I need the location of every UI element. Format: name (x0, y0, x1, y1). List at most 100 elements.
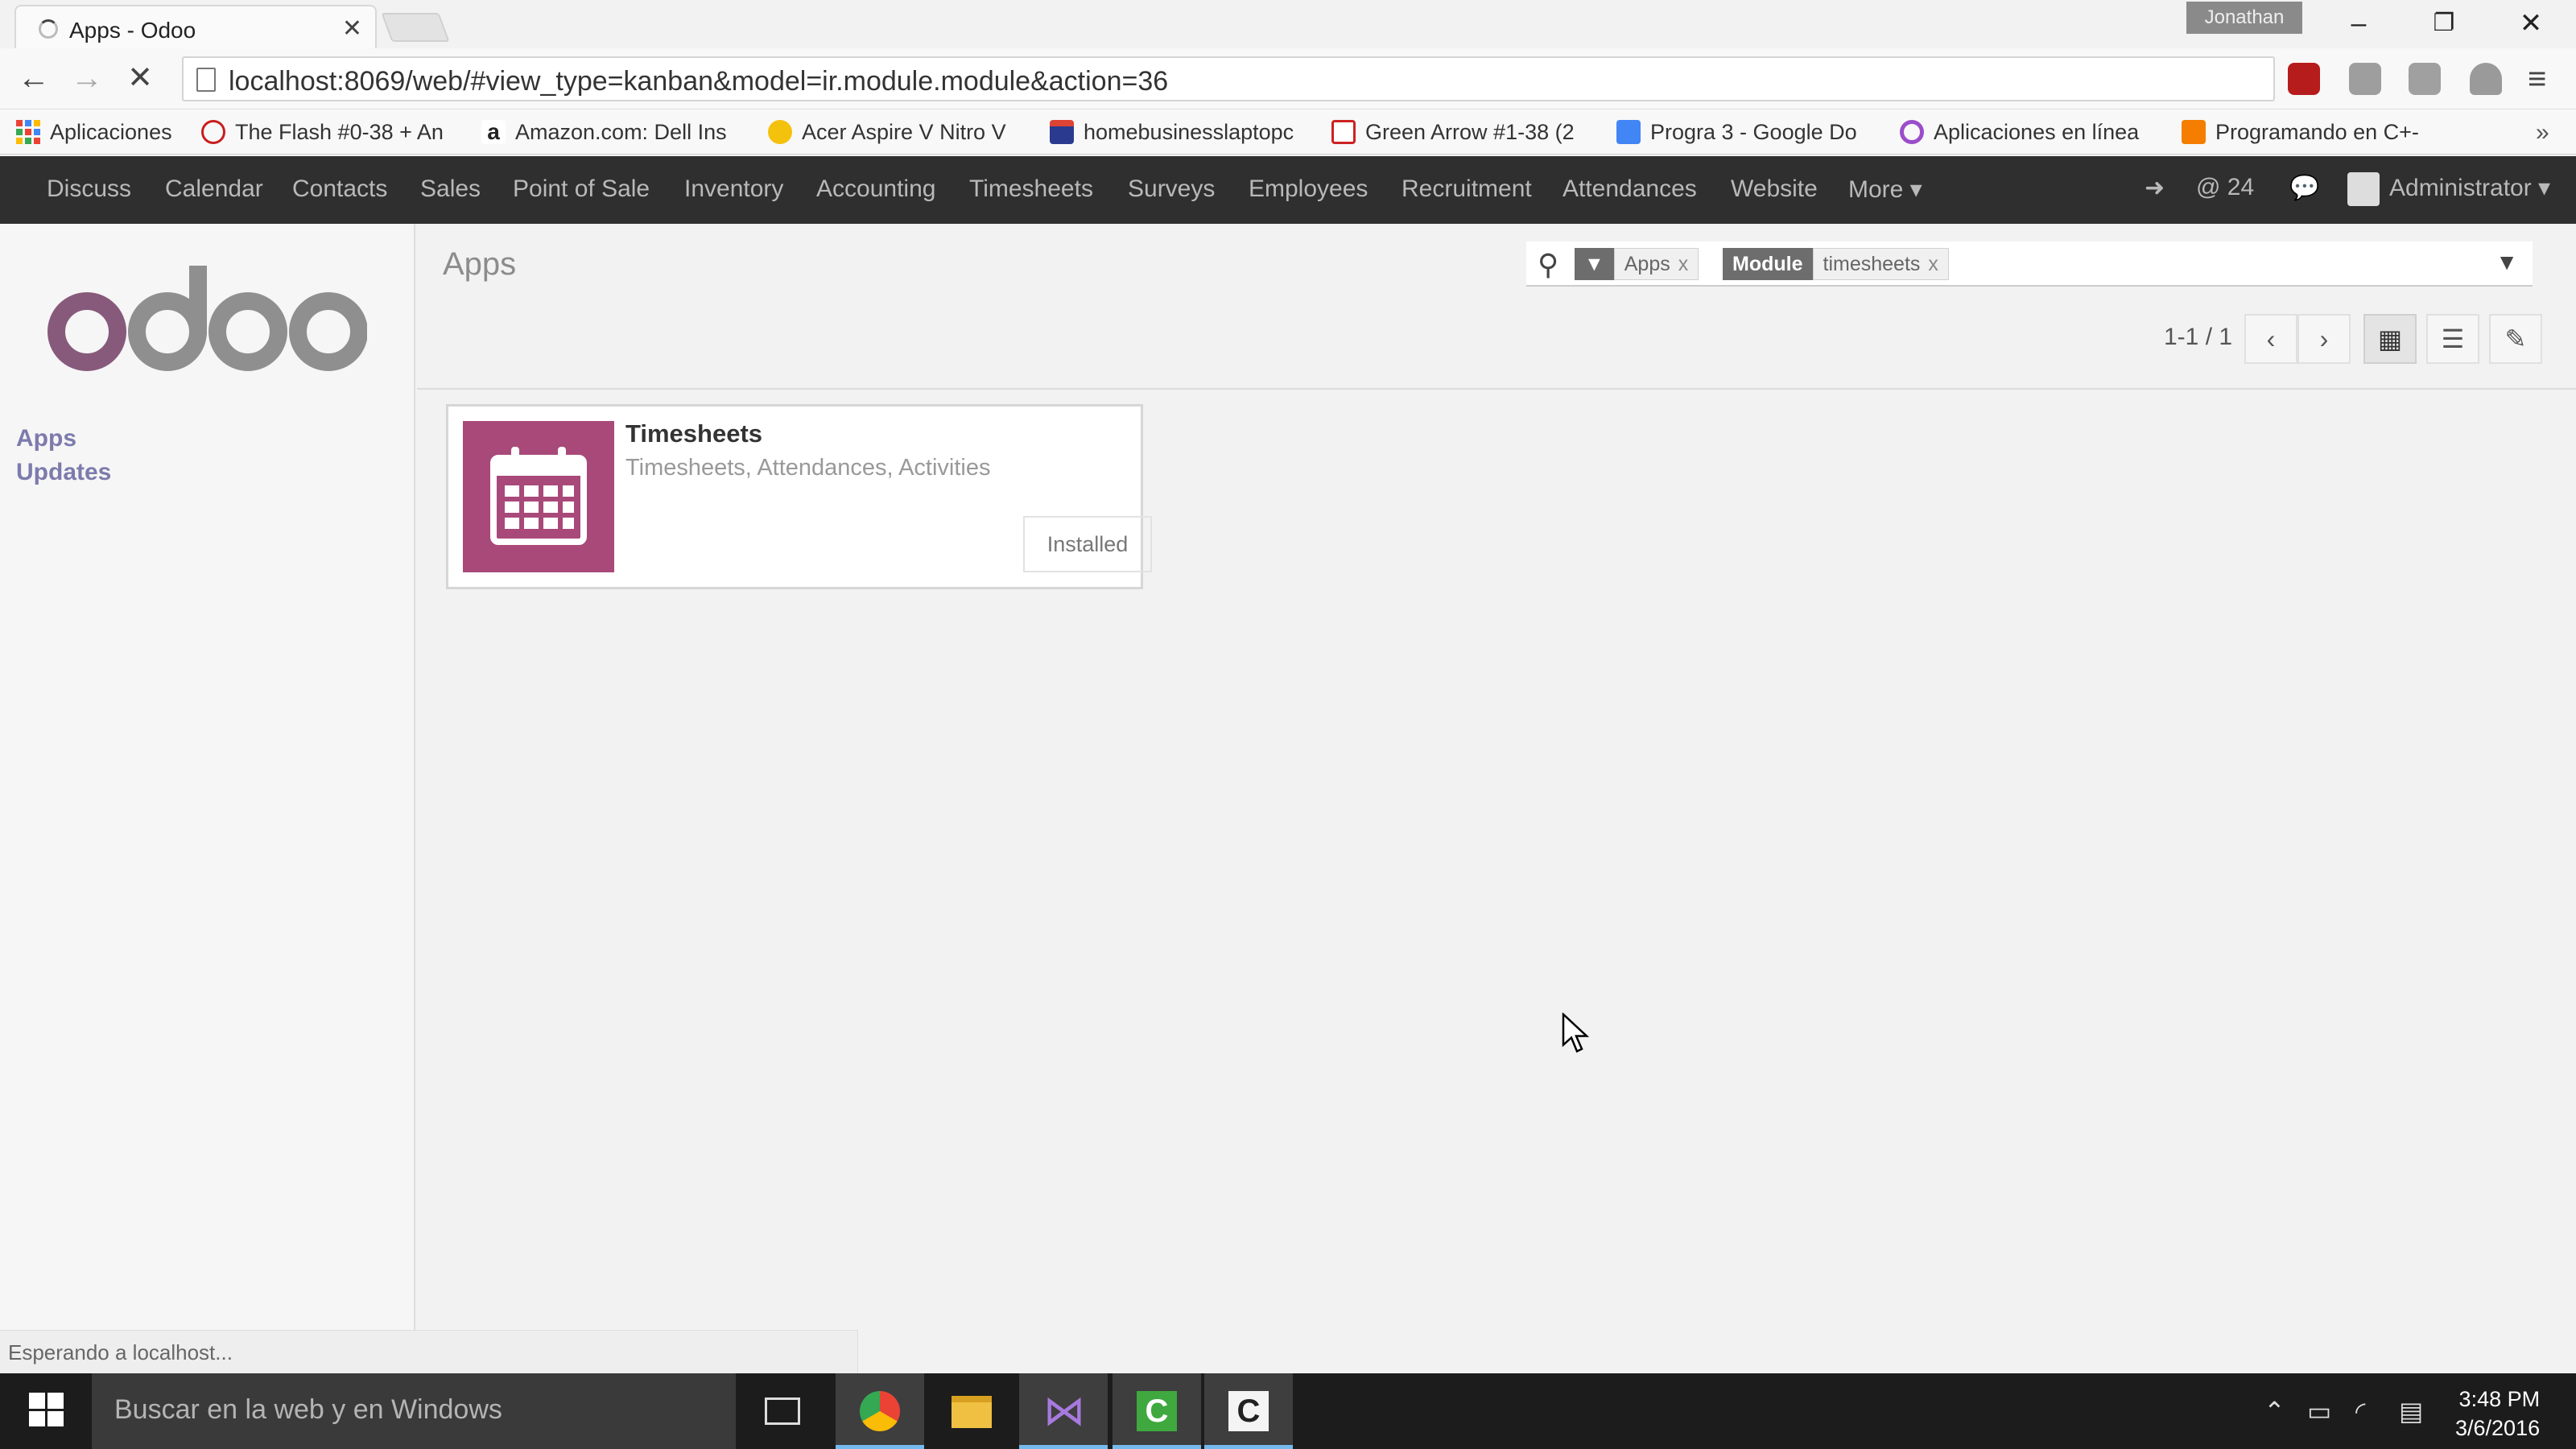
browser-tab[interactable]: Apps - Odoo ✕ (14, 5, 377, 48)
windows-taskbar: Buscar en la web y en Windows ⋈ C C ⌃ ▭ … (0, 1373, 2576, 1449)
sidebar-item-apps[interactable]: Apps (16, 425, 76, 452)
url-text[interactable]: localhost:8069/web/#view_type=kanban&mod… (229, 66, 1168, 97)
facet-remove-icon[interactable]: x (1678, 253, 1689, 275)
window-close-button[interactable]: ✕ (2507, 3, 2555, 43)
blogger-icon (2182, 120, 2206, 144)
bookmarks-overflow-icon[interactable]: » (2536, 119, 2549, 147)
menu-item-discuss[interactable]: Discuss (47, 175, 131, 203)
ublock-icon[interactable] (2288, 63, 2320, 95)
minimize-button[interactable]: – (2334, 3, 2383, 43)
camtasia-icon: C (1137, 1391, 1177, 1431)
menu-item-recruitment[interactable]: Recruitment (1402, 175, 1532, 203)
bookmark-item[interactable]: a Amazon.com: Dell Ins (481, 116, 727, 148)
module-title[interactable]: Timesheets (625, 419, 762, 448)
control-panel: Apps ⚲ ▼ Apps x Module timesheets x ▼ 1-1 … (417, 224, 2576, 390)
bookmark-item[interactable]: homebusinesslaptopc (1050, 116, 1294, 148)
search-facet-module[interactable]: Module timesheets x (1723, 248, 1949, 280)
clock-time: 3:48 PM (2458, 1387, 2541, 1411)
taskbar-app-camtasia-white[interactable]: C (1204, 1373, 1293, 1449)
search-icon: ⚲ (1538, 248, 1559, 281)
bookmark-item[interactable]: Green Arrow #1-38 (2 (1331, 116, 1575, 148)
installed-badge[interactable]: Installed (1023, 516, 1152, 572)
menu-item-point-of-sale[interactable]: Point of Sale (513, 175, 650, 203)
form-view-button[interactable]: ✎ (2489, 314, 2542, 364)
bookmark-item[interactable]: Progra 3 - Google Do (1616, 116, 1857, 148)
taskbar-app-chrome[interactable] (836, 1373, 924, 1449)
stop-loading-icon[interactable]: ✕ (121, 60, 159, 98)
camtasia-recorder-icon: C (1228, 1391, 1269, 1431)
bookmark-item[interactable]: The Flash #0-38 + An (201, 116, 444, 148)
user-menu[interactable]: Administrator ▾ (2389, 174, 2550, 202)
profile-badge[interactable]: Jonathan (2186, 2, 2302, 34)
acer-icon (768, 120, 792, 144)
browser-titlebar: Apps - Odoo ✕ Jonathan – ❐ ✕ (0, 0, 2576, 48)
taskbar-search-input[interactable]: Buscar en la web y en Windows (92, 1373, 736, 1449)
bookmarks-bar: Aplicaciones The Flash #0-38 + An a Amaz… (0, 109, 2576, 155)
circle-icon (1900, 120, 1924, 144)
flash-icon (201, 120, 225, 144)
pager-value[interactable]: 1-1 / 1 (2164, 324, 2232, 351)
back-icon[interactable]: ← (14, 60, 53, 98)
bookmark-item[interactable]: Aplicaciones en línea (1900, 116, 2139, 148)
module-summary: Timesheets, Attendances, Activities (625, 455, 991, 481)
menu-item-inventory[interactable]: Inventory (684, 175, 783, 203)
mentions-counter[interactable]: @ 24 (2196, 174, 2254, 201)
notifications-icon[interactable]: ▤ (2399, 1396, 2423, 1426)
taskbar-app-camtasia-green[interactable]: C (1113, 1373, 1201, 1449)
restore-button[interactable]: ❐ (2420, 3, 2468, 43)
taskbar-clock[interactable]: 3:48 PM 3/6/2016 (2455, 1385, 2540, 1443)
menu-item-employees[interactable]: Employees (1249, 175, 1368, 203)
kanban-view-button[interactable]: ▦ (2363, 314, 2417, 364)
green-arrow-icon (1331, 120, 1356, 144)
bookmark-item[interactable]: Aplicaciones (16, 116, 172, 148)
menu-item-accounting[interactable]: Accounting (816, 175, 935, 203)
sidebar-item-updates[interactable]: Updates (16, 459, 111, 486)
google-docs-icon (1616, 120, 1641, 144)
page-title: Apps (443, 246, 517, 282)
task-view-icon (765, 1397, 800, 1425)
menu-item-sales[interactable]: Sales (420, 175, 481, 203)
task-view-button[interactable] (741, 1373, 829, 1449)
search-facet-apps[interactable]: ▼ Apps x (1575, 248, 1699, 280)
list-view-button[interactable]: ☰ (2426, 314, 2479, 364)
menu-item-timesheets[interactable]: Timesheets (969, 175, 1093, 203)
facet-remove-icon[interactable]: x (1928, 253, 1938, 275)
forward-icon[interactable]: → (68, 60, 106, 98)
taskbar-app-explorer[interactable] (927, 1373, 1016, 1449)
menu-item-website[interactable]: Website (1731, 175, 1818, 203)
search-options-chevron-icon[interactable]: ▼ (2496, 250, 2518, 275)
folder-icon (952, 1396, 992, 1428)
menu-item-surveys[interactable]: Surveys (1128, 175, 1215, 203)
extension-icon[interactable] (2349, 63, 2381, 95)
bookmark-item[interactable]: Programando en C+- (2182, 116, 2419, 148)
odoo-logo (47, 266, 367, 371)
windows-start-icon[interactable] (29, 1393, 64, 1426)
avatar[interactable] (2347, 172, 2380, 206)
wifi-icon[interactable]: ◜ (2355, 1396, 2365, 1426)
address-bar[interactable]: localhost:8069/web/#view_type=kanban&mod… (182, 56, 2437, 101)
kanban-card[interactable]: Timesheets Timesheets, Attendances, Acti… (446, 404, 1152, 589)
visual-studio-icon: ⋈ (1043, 1388, 1085, 1435)
tab-close-icon[interactable]: ✕ (342, 14, 362, 43)
search-input[interactable]: ⚲ ▼ Apps x Module timesheets x ▼ (1526, 242, 2533, 287)
sidebar: Apps Updates (0, 224, 415, 1373)
pager-next-button[interactable]: › (2297, 314, 2351, 364)
drive-extension-icon[interactable] (2470, 63, 2502, 95)
browser-status-text: Esperando a localhost... (0, 1330, 858, 1373)
menu-item-attendances[interactable]: Attendances (1563, 175, 1697, 203)
menu-item-calendar[interactable]: Calendar (165, 175, 263, 203)
taskbar-app-visual-studio[interactable]: ⋈ (1019, 1373, 1108, 1449)
pager-previous-button[interactable]: ‹ (2244, 314, 2297, 364)
bookmark-item[interactable]: Acer Aspire V Nitro V (768, 116, 1006, 148)
menu-item-contacts[interactable]: Contacts (292, 175, 387, 203)
tray-chevron-up-icon[interactable]: ⌃ (2264, 1396, 2285, 1426)
new-tab-button[interactable] (381, 13, 450, 42)
chrome-menu-icon[interactable]: ≡ (2528, 61, 2546, 97)
sign-in-icon[interactable]: ➜ (2145, 174, 2165, 202)
loading-spinner-icon (39, 19, 58, 39)
menu-item-more[interactable]: More ▾ (1848, 175, 1922, 204)
filter-icon: ▼ (1575, 248, 1614, 280)
chat-icon[interactable]: 💬 (2289, 174, 2319, 202)
css-extension-icon[interactable] (2409, 63, 2441, 95)
battery-icon[interactable]: ▭ (2307, 1396, 2331, 1426)
